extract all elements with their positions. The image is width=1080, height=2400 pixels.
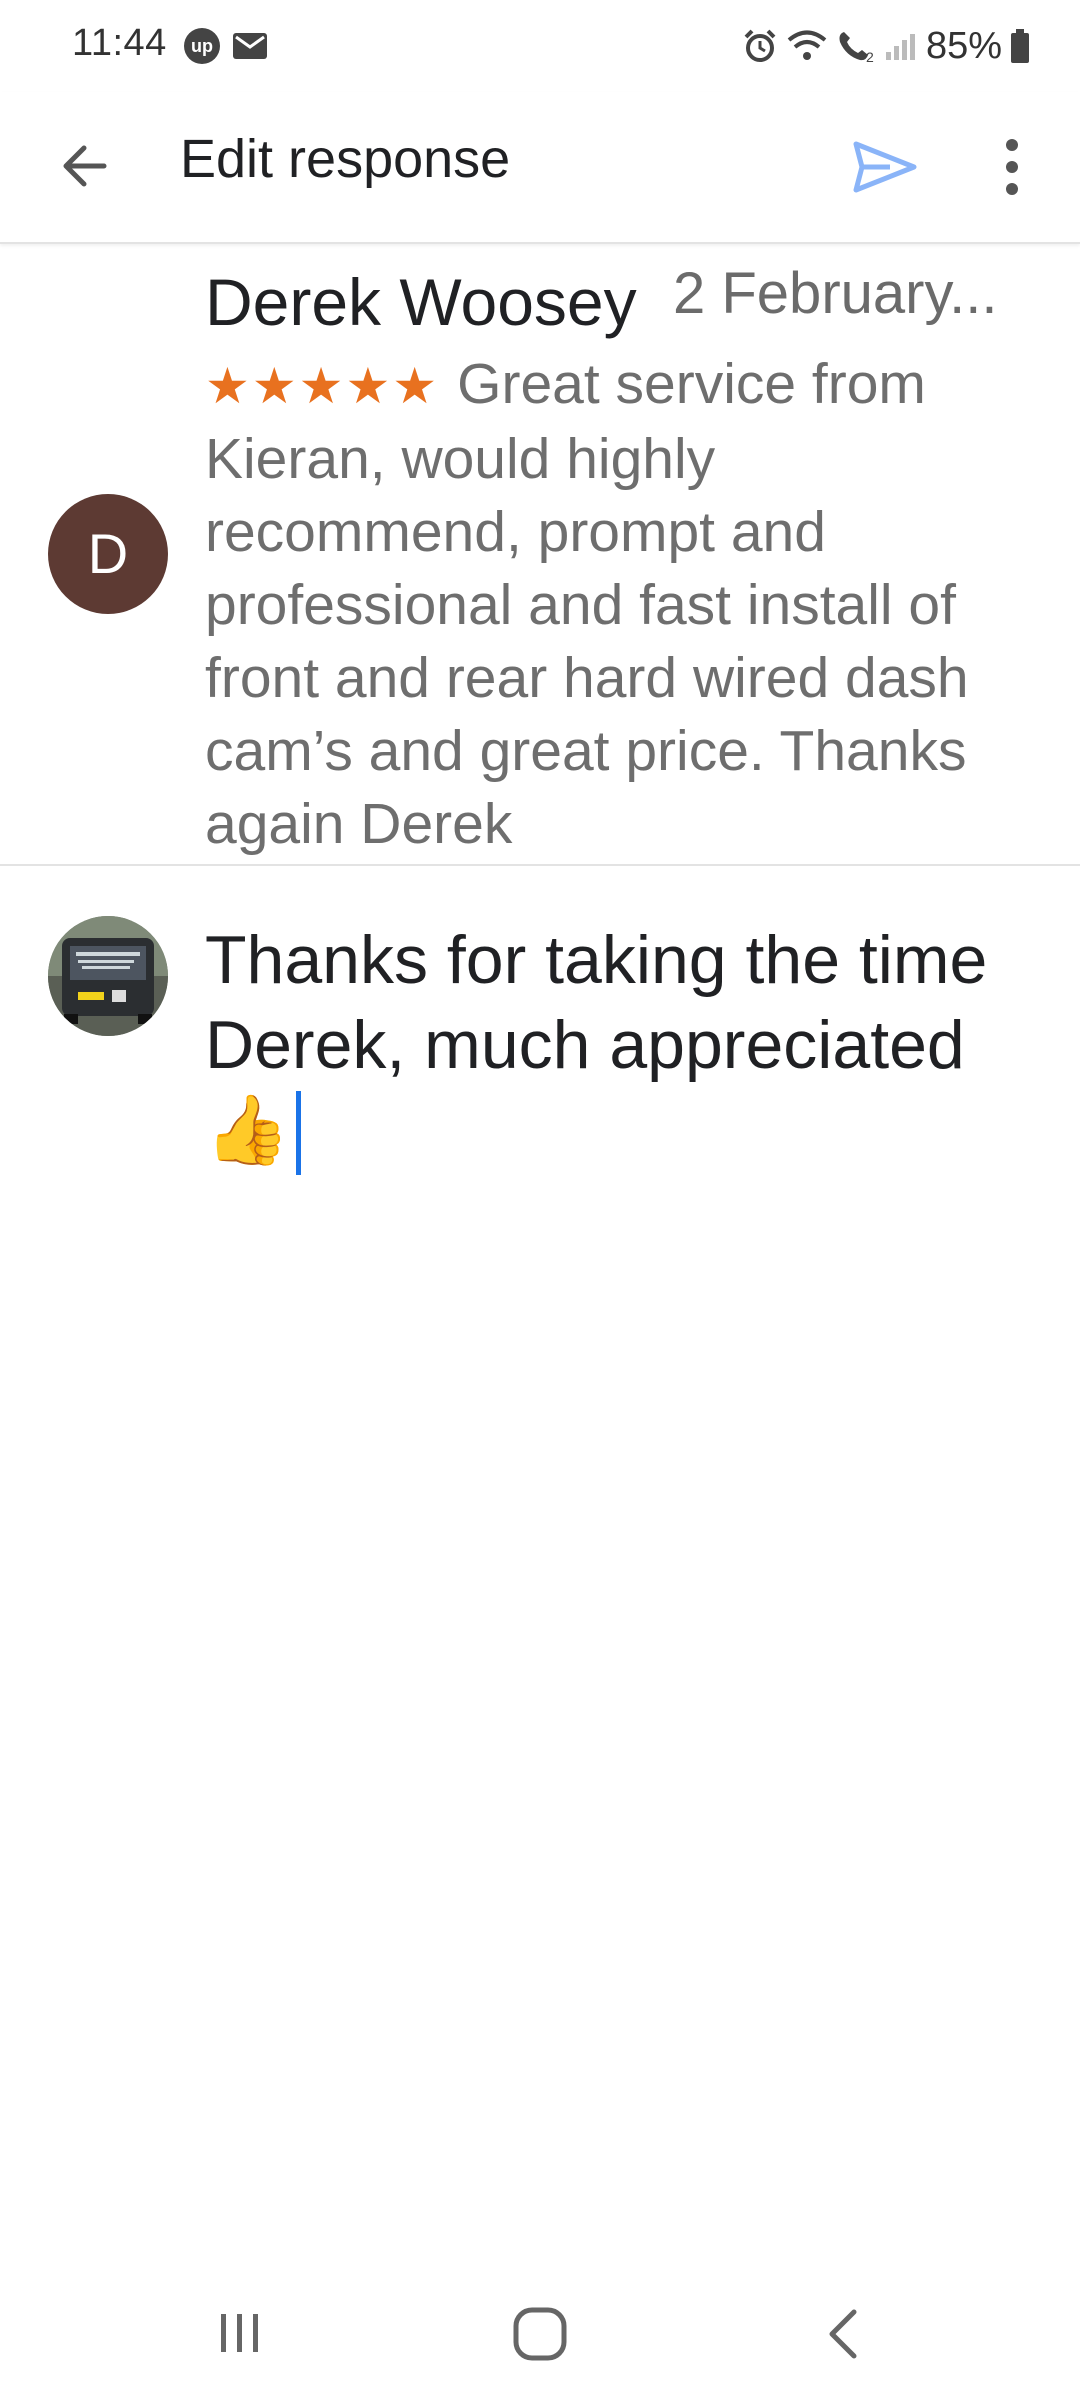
system-nav-bar <box>0 2270 1080 2400</box>
back-arrow-icon[interactable] <box>50 130 122 202</box>
review-text-block: ★★★★★ Great service from Kieran, would hi… <box>205 348 1025 861</box>
wifi-calling-icon: 2 <box>839 32 874 64</box>
status-icons: 2 85% <box>742 22 1030 70</box>
status-time: 11:44 <box>72 22 167 64</box>
up-notification-icon: up <box>184 28 220 64</box>
text-cursor <box>295 1091 301 1175</box>
status-bar: 11:44 up 2 85% <box>0 0 1080 92</box>
reviewer-avatar: D <box>48 494 168 614</box>
reply-text: Thanks for taking the time Derek, much a… <box>205 922 988 1168</box>
mail-notification-icon <box>233 33 267 59</box>
star-rating: ★★★★★ <box>205 358 440 414</box>
nav-back-icon[interactable] <box>820 2306 870 2362</box>
signal-icon <box>885 34 915 60</box>
page-title: Edit response <box>180 129 511 189</box>
wifi-icon <box>787 30 827 60</box>
review-text: Great service from Kieran, would highly … <box>205 352 969 856</box>
van-photo-icon <box>48 916 168 1036</box>
app-bar: Edit response <box>0 92 1080 244</box>
svg-text:2: 2 <box>866 49 874 64</box>
reply-input[interactable]: Thanks for taking the time Derek, much a… <box>205 918 1025 1175</box>
reviewer-name: Derek Woosey <box>205 265 637 339</box>
recent-apps-icon[interactable] <box>215 2308 265 2358</box>
home-icon[interactable] <box>512 2306 568 2362</box>
review-date: 2 February... <box>673 261 998 326</box>
review-card: D Derek Woosey 2 February... ★★★★★ Great … <box>0 244 1080 866</box>
battery-icon <box>1011 29 1029 63</box>
business-avatar <box>48 916 168 1036</box>
reply-section: Thanks for taking the time Derek, much a… <box>0 866 1080 1266</box>
more-options-icon[interactable] <box>990 128 1034 206</box>
battery-percentage: 85% <box>925 24 1002 67</box>
alarm-icon <box>744 29 776 62</box>
send-icon[interactable] <box>846 128 924 206</box>
